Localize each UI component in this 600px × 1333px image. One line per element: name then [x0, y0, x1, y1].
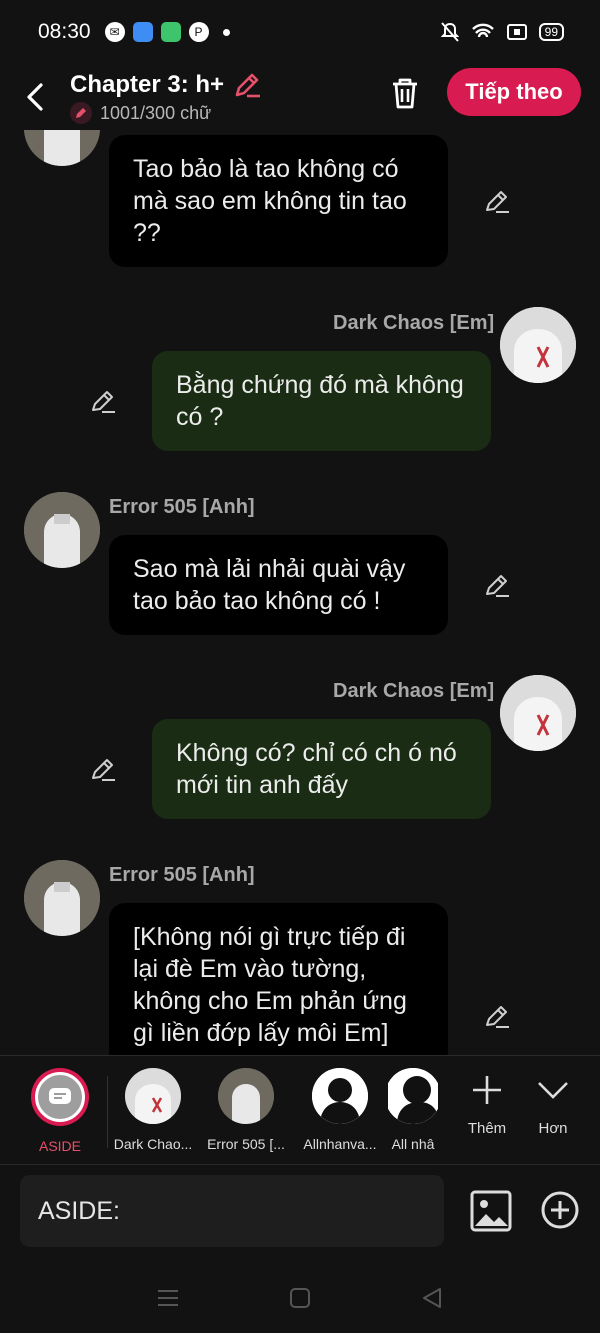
aside-avatar: [31, 1068, 89, 1126]
character-picker[interactable]: ASIDE Dark Chao... Error 505 [... Allnha…: [0, 1055, 600, 1165]
avatar: [125, 1068, 181, 1124]
edit-message-button[interactable]: [88, 386, 118, 416]
plus-icon: [473, 1076, 501, 1104]
speaker-name: Error 505 [Anh]: [109, 496, 255, 518]
trash-icon: [393, 78, 417, 109]
app-green-icon: [160, 22, 181, 42]
message-text: Không có? chỉ có ch ó nó mới tin anh đấy: [176, 739, 457, 799]
character-label: Dark Chao...: [113, 1136, 193, 1152]
character-allnhanvat[interactable]: Allnhanva...: [294, 1068, 386, 1152]
message-bubble[interactable]: Không có? chỉ có ch ó nó mới tin anh đấy: [152, 719, 491, 819]
character-label: Error 505 [...: [207, 1136, 285, 1152]
character-label: ASIDE: [38, 1138, 81, 1154]
menu-icon[interactable]: [157, 1288, 179, 1308]
edit-icon: [92, 759, 115, 781]
message-bubble[interactable]: Sao mà lải nhải quài vậy tao bảo tao khô…: [109, 535, 448, 635]
edit-icon: [486, 575, 509, 597]
home-icon[interactable]: [289, 1287, 311, 1309]
system-navigation-bar: [0, 1262, 600, 1333]
add-character-button[interactable]: Thêm: [452, 1068, 522, 1137]
avatar: [218, 1068, 274, 1124]
speaker-name: Dark Chaos [Em]: [333, 312, 495, 334]
messenger-icon: ✉: [104, 22, 125, 42]
avatar: [312, 1068, 368, 1124]
avatar-error505[interactable]: [24, 492, 100, 568]
more-button[interactable]: Hơn: [518, 1068, 588, 1137]
message-bubble[interactable]: Bằng chứng đó mà không có ?: [152, 351, 491, 451]
input-prefix: ASIDE:: [38, 1196, 120, 1225]
status-time: 08:30: [38, 20, 91, 43]
image-icon[interactable]: [470, 1190, 512, 1232]
message-text: [Không nói gì trực tiếp đi lại đè Em vào…: [133, 923, 407, 1047]
avatar-error505[interactable]: [24, 130, 100, 166]
avatar: [388, 1068, 438, 1124]
edit-icon: [486, 191, 509, 213]
edit-icon: [92, 391, 115, 413]
status-bar: 08:30 ✉ P 99: [0, 0, 600, 64]
message-input[interactable]: ASIDE:: [20, 1175, 444, 1247]
word-count: 1001/300 chữ: [100, 102, 212, 123]
chevron-down-icon: [538, 1082, 568, 1099]
message-text: Bằng chứng đó mà không có ?: [176, 371, 464, 431]
chapter-title[interactable]: Chapter 3: h+: [70, 71, 224, 99]
character-label: Allnhanva...: [303, 1136, 377, 1152]
speaker-name: Dark Chaos [Em]: [333, 680, 495, 702]
edit-message-button[interactable]: [88, 754, 118, 784]
chevron-left-icon: [27, 83, 43, 111]
edit-icon: [486, 1006, 509, 1028]
edit-message-button[interactable]: [482, 570, 512, 600]
message-text: Sao mà lải nhải quài vậy tao bảo tao khô…: [133, 555, 406, 615]
character-aside[interactable]: ASIDE: [14, 1068, 106, 1154]
mute-icon: [440, 22, 459, 42]
wifi-icon: [471, 23, 494, 38]
back-button[interactable]: [0, 67, 70, 127]
pinterest-icon: P: [188, 22, 209, 42]
character-label: All nhâ: [391, 1136, 435, 1152]
next-button[interactable]: Tiếp theo: [447, 68, 581, 116]
message-text: Tao bảo là tao không có mà sao em không …: [133, 155, 407, 247]
editor-header: Chapter 3: h+ 1001/300 chữ Tiếp theo: [0, 64, 600, 130]
speaker-name: Error 505 [Anh]: [109, 864, 255, 886]
pencil-icon: [70, 102, 92, 124]
edit-message-button[interactable]: [482, 186, 512, 216]
character-allnhanvat-2[interactable]: All nhâ: [388, 1068, 438, 1152]
avatar-error505[interactable]: [24, 860, 100, 936]
edit-title-icon[interactable]: [232, 70, 262, 100]
add-circle-icon[interactable]: [540, 1190, 580, 1230]
edit-message-button[interactable]: [482, 1001, 512, 1031]
avatar-darkchaos[interactable]: [500, 675, 576, 751]
delete-button[interactable]: [384, 72, 426, 114]
message-bubble[interactable]: Tao bảo là tao không có mà sao em không …: [109, 135, 448, 267]
chat-bubble-icon: [49, 1088, 71, 1104]
app-blue-icon: [132, 22, 153, 42]
add-label: Thêm: [467, 1120, 507, 1137]
notification-icons: ✉ P: [104, 22, 230, 42]
message-bubble[interactable]: [Không nói gì trực tiếp đi lại đè Em vào…: [109, 903, 448, 1055]
more-notifications-dot: [222, 28, 230, 36]
chat-area[interactable]: Tao bảo là tao không có mà sao em không …: [0, 130, 600, 1055]
back-nav-icon[interactable]: [421, 1287, 443, 1309]
character-darkchaos[interactable]: Dark Chao...: [107, 1068, 199, 1152]
more-label: Hơn: [538, 1120, 568, 1137]
battery-indicator: 99: [538, 23, 564, 41]
avatar-darkchaos[interactable]: [500, 307, 576, 383]
screen-icon: [506, 24, 527, 40]
character-error505[interactable]: Error 505 [...: [200, 1068, 292, 1152]
